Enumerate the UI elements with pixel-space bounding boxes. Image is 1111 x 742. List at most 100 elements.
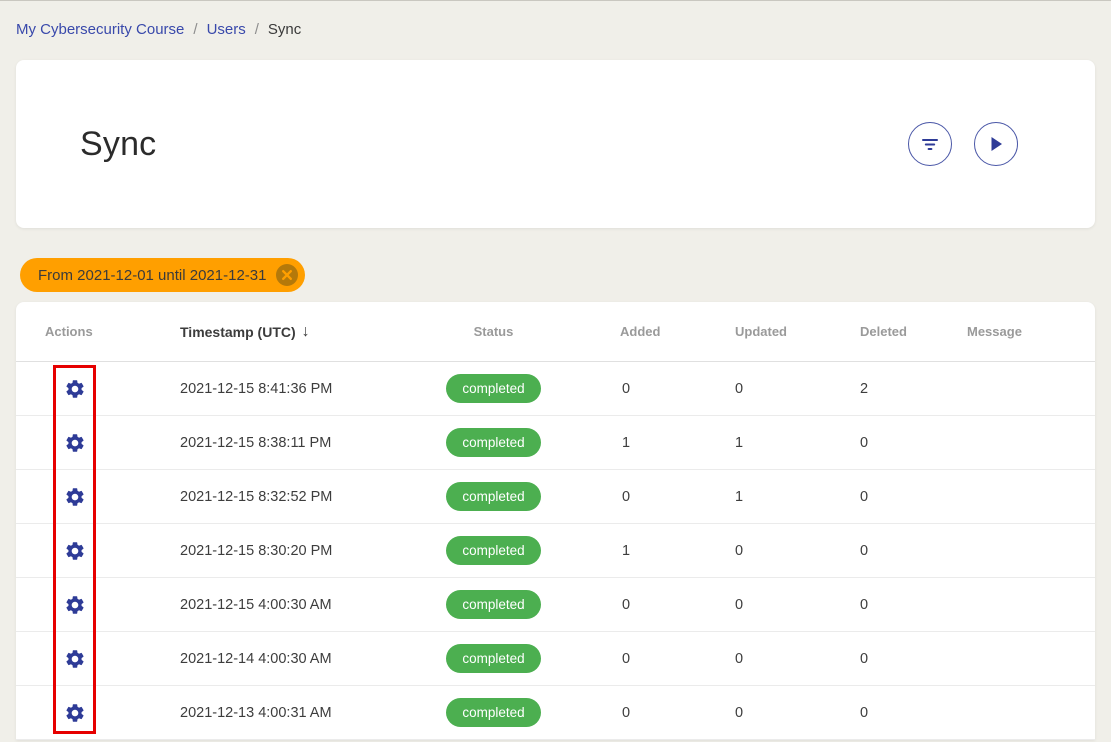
gear-icon <box>64 432 86 454</box>
table-header-row: Actions Timestamp (UTC) ↓ Status Added U… <box>16 302 1095 362</box>
row-actions-cell <box>16 531 151 571</box>
gear-icon <box>64 648 86 670</box>
row-added-count: 0 <box>566 597 696 613</box>
run-sync-button[interactable] <box>974 122 1018 166</box>
row-settings-button[interactable] <box>55 531 95 571</box>
status-badge: completed <box>446 644 540 673</box>
table-row: 2021-12-13 4:00:31 AM completed 0 0 0 <box>16 686 1095 740</box>
row-timestamp: 2021-12-14 4:00:30 AM <box>151 651 421 667</box>
col-header-message: Message <box>946 324 1095 339</box>
row-status-cell: completed <box>421 698 566 727</box>
row-updated-count: 0 <box>696 381 821 397</box>
row-actions-cell <box>16 423 151 463</box>
breadcrumb-link-course[interactable]: My Cybersecurity Course <box>16 21 184 38</box>
status-badge: completed <box>446 374 540 403</box>
row-updated-count: 0 <box>696 543 821 559</box>
gear-icon <box>64 486 86 508</box>
row-deleted-count: 0 <box>821 651 946 667</box>
col-header-status: Status <box>421 324 566 339</box>
row-updated-count: 0 <box>696 597 821 613</box>
table-row: 2021-12-15 8:32:52 PM completed 0 1 0 <box>16 470 1095 524</box>
table-body: 2021-12-15 8:41:36 PM completed 0 0 2 20… <box>16 362 1095 740</box>
row-settings-button[interactable] <box>55 369 95 409</box>
row-timestamp: 2021-12-13 4:00:31 AM <box>151 705 421 721</box>
row-deleted-count: 0 <box>821 543 946 559</box>
col-header-timestamp-label: Timestamp (UTC) <box>180 324 296 340</box>
row-status-cell: completed <box>421 374 566 403</box>
row-timestamp: 2021-12-15 8:30:20 PM <box>151 543 421 559</box>
row-timestamp: 2021-12-15 8:32:52 PM <box>151 489 421 505</box>
row-settings-button[interactable] <box>55 639 95 679</box>
col-header-updated: Updated <box>696 324 821 339</box>
status-badge: completed <box>446 482 540 511</box>
status-badge: completed <box>446 590 540 619</box>
close-icon <box>276 264 298 286</box>
col-header-added: Added <box>566 324 696 339</box>
page-title: Sync <box>80 125 908 164</box>
table-row: 2021-12-15 4:00:30 AM completed 0 0 0 <box>16 578 1095 632</box>
header-card: Sync <box>16 60 1095 228</box>
filter-button[interactable] <box>908 122 952 166</box>
header-actions <box>908 122 1018 166</box>
row-actions-cell <box>16 639 151 679</box>
row-deleted-count: 0 <box>821 597 946 613</box>
chip-close-button[interactable] <box>276 264 298 286</box>
table-row: 2021-12-15 8:30:20 PM completed 1 0 0 <box>16 524 1095 578</box>
row-status-cell: completed <box>421 428 566 457</box>
gear-icon <box>64 540 86 562</box>
table-row: 2021-12-15 8:38:11 PM completed 1 1 0 <box>16 416 1095 470</box>
row-timestamp: 2021-12-15 8:41:36 PM <box>151 381 421 397</box>
active-filters: From 2021-12-01 until 2021-12-31 <box>20 258 1095 292</box>
gear-icon <box>64 702 86 724</box>
row-status-cell: completed <box>421 482 566 511</box>
page: My Cybersecurity Course / Users / Sync S… <box>0 0 1111 742</box>
row-actions-cell <box>16 369 151 409</box>
sync-history-table: Actions Timestamp (UTC) ↓ Status Added U… <box>16 302 1095 740</box>
row-status-cell: completed <box>421 644 566 673</box>
row-settings-button[interactable] <box>55 423 95 463</box>
breadcrumb-link-users[interactable]: Users <box>207 21 246 38</box>
row-deleted-count: 0 <box>821 705 946 721</box>
row-actions-cell <box>16 585 151 625</box>
row-added-count: 0 <box>566 651 696 667</box>
row-actions-cell <box>16 693 151 733</box>
table-row: 2021-12-14 4:00:30 AM completed 0 0 0 <box>16 632 1095 686</box>
row-settings-button[interactable] <box>55 477 95 517</box>
row-updated-count: 0 <box>696 705 821 721</box>
play-icon <box>989 136 1003 152</box>
date-filter-chip-label: From 2021-12-01 until 2021-12-31 <box>38 267 266 284</box>
table-row: 2021-12-15 8:41:36 PM completed 0 0 2 <box>16 362 1095 416</box>
breadcrumb-separator: / <box>193 21 197 38</box>
row-settings-button[interactable] <box>55 693 95 733</box>
row-deleted-count: 0 <box>821 435 946 451</box>
row-timestamp: 2021-12-15 4:00:30 AM <box>151 597 421 613</box>
gear-icon <box>64 378 86 400</box>
row-added-count: 1 <box>566 543 696 559</box>
row-settings-button[interactable] <box>55 585 95 625</box>
row-added-count: 0 <box>566 489 696 505</box>
filter-icon <box>921 138 939 151</box>
col-header-timestamp[interactable]: Timestamp (UTC) ↓ <box>151 323 421 341</box>
breadcrumb-separator: / <box>255 21 259 38</box>
row-actions-cell <box>16 477 151 517</box>
status-badge: completed <box>446 428 540 457</box>
sort-desc-arrow-icon: ↓ <box>302 323 310 341</box>
row-updated-count: 1 <box>696 489 821 505</box>
col-header-actions: Actions <box>16 324 151 339</box>
status-badge: completed <box>446 698 540 727</box>
date-filter-chip: From 2021-12-01 until 2021-12-31 <box>20 258 305 292</box>
row-added-count: 0 <box>566 705 696 721</box>
row-updated-count: 0 <box>696 651 821 667</box>
row-added-count: 1 <box>566 435 696 451</box>
breadcrumb-current: Sync <box>268 21 301 38</box>
row-timestamp: 2021-12-15 8:38:11 PM <box>151 435 421 451</box>
col-header-deleted: Deleted <box>821 324 946 339</box>
row-deleted-count: 0 <box>821 489 946 505</box>
row-updated-count: 1 <box>696 435 821 451</box>
row-status-cell: completed <box>421 536 566 565</box>
row-deleted-count: 2 <box>821 381 946 397</box>
status-badge: completed <box>446 536 540 565</box>
breadcrumb: My Cybersecurity Course / Users / Sync <box>0 1 1111 60</box>
row-status-cell: completed <box>421 590 566 619</box>
gear-icon <box>64 594 86 616</box>
